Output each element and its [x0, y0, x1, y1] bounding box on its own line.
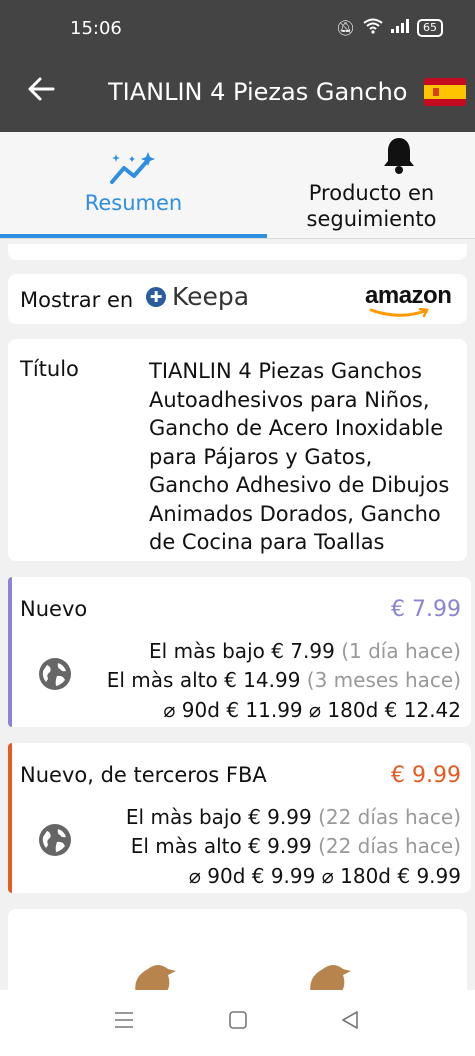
highest-price-row: El màs alto € 9.99 (22 días hace)	[131, 834, 461, 858]
battery-icon: 65	[417, 19, 443, 37]
avg180-label: ⌀ 180d	[309, 698, 379, 722]
tab-bar: Resumen Producto en seguimiento	[0, 132, 475, 239]
lowest-label: El màs bajo	[125, 805, 242, 829]
system-nav-bar	[0, 990, 475, 1056]
avg180-value: € 9.99	[397, 864, 461, 888]
price-type-name: Nuevo, de terceros FBA	[20, 763, 267, 787]
home-square-icon[interactable]	[228, 1010, 248, 1036]
status-icons: 🔕︎ 65	[336, 18, 443, 38]
price-card-fba[interactable]: Nuevo, de terceros FBA € 9.99 El màs baj…	[8, 743, 471, 893]
status-time: 15:06	[70, 18, 122, 39]
lowest-price-row: El màs bajo € 9.99 (22 días hace)	[126, 805, 461, 829]
highest-when: (3 meses hace)	[306, 668, 461, 692]
tab-producto-label: Producto en seguimiento	[306, 181, 437, 231]
lowest-label: El màs bajo	[149, 639, 265, 663]
highest-when: (22 días hace)	[318, 834, 461, 858]
avg180-value: € 12.42	[384, 698, 461, 722]
previous-card-edge	[8, 244, 467, 260]
average-price-row: ⌀ 90d € 11.99 ⌀ 180d € 12.42	[163, 698, 461, 722]
app-bar: TIANLIN 4 Piezas Gancho	[0, 60, 475, 132]
globe-icon	[39, 824, 71, 856]
sparkle-chart-icon	[110, 152, 155, 184]
amazon-link[interactable]: amazon	[365, 282, 457, 318]
avg180-label: ⌀ 180d	[321, 864, 392, 888]
amazon-smile-icon	[369, 308, 429, 318]
bell-icon	[384, 138, 414, 174]
price-card-new[interactable]: Nuevo € 7.99 El màs bajo € 7.99 (1 día h…	[8, 577, 471, 727]
status-bar: 15:06 🔕︎ 65	[0, 0, 475, 60]
avg90-value: € 9.99	[251, 864, 316, 888]
title-card: Título TIANLIN 4 Piezas Ganchos Autoadhe…	[8, 339, 467, 561]
highest-label: El màs alto	[130, 834, 242, 858]
wifi-icon	[363, 18, 383, 38]
current-price: € 7.99	[391, 597, 461, 622]
show-in-card: Mostrar en ✚ Keepa amazon	[8, 274, 467, 324]
menu-icon[interactable]	[114, 1010, 134, 1035]
keepa-logo-icon: ✚	[146, 286, 166, 307]
tab-resumen[interactable]: Resumen	[0, 132, 267, 238]
arrow-left-icon[interactable]	[26, 74, 56, 110]
triangle-back-icon[interactable]	[340, 1010, 360, 1036]
price-type-name: Nuevo	[20, 597, 88, 621]
highest-value: € 14.99	[224, 668, 301, 692]
title-label: Título	[20, 357, 79, 381]
keepa-text: Keepa	[172, 282, 250, 311]
amazon-logo-text: amazon	[365, 282, 452, 309]
avg90-label: ⌀ 90d	[188, 864, 246, 888]
average-price-row: ⌀ 90d € 9.99 ⌀ 180d € 9.99	[189, 864, 461, 888]
highest-label: El màs alto	[106, 668, 218, 692]
signal-icon	[391, 19, 409, 37]
lowest-when: (1 día hace)	[341, 639, 461, 663]
tab-producto-en-seguimiento[interactable]: Producto en seguimiento	[268, 132, 475, 238]
product-images-card	[8, 909, 467, 999]
active-tab-indicator	[0, 234, 267, 238]
page-title: TIANLIN 4 Piezas Gancho	[108, 78, 408, 106]
lowest-price-row: El màs bajo € 7.99 (1 día hace)	[149, 639, 461, 663]
lowest-when: (22 días hace)	[318, 805, 461, 829]
current-price: € 9.99	[391, 763, 461, 788]
tab-resumen-label: Resumen	[84, 191, 183, 215]
globe-icon	[39, 658, 71, 690]
lowest-value: € 7.99	[271, 639, 335, 663]
product-title: TIANLIN 4 Piezas Ganchos Autoadhesivos p…	[149, 359, 450, 554]
lowest-value: € 9.99	[248, 805, 312, 829]
show-in-label: Mostrar en	[20, 288, 134, 312]
highest-price-row: El màs alto € 14.99 (3 meses hace)	[107, 668, 461, 692]
mute-icon: 🔕︎	[335, 19, 355, 37]
spain-flag-icon[interactable]	[424, 78, 466, 106]
avg90-value: € 11.99	[226, 698, 303, 722]
highest-value: € 9.99	[248, 834, 312, 858]
avg90-label: ⌀ 90d	[163, 698, 220, 722]
keepa-link[interactable]: ✚ Keepa	[146, 282, 249, 311]
